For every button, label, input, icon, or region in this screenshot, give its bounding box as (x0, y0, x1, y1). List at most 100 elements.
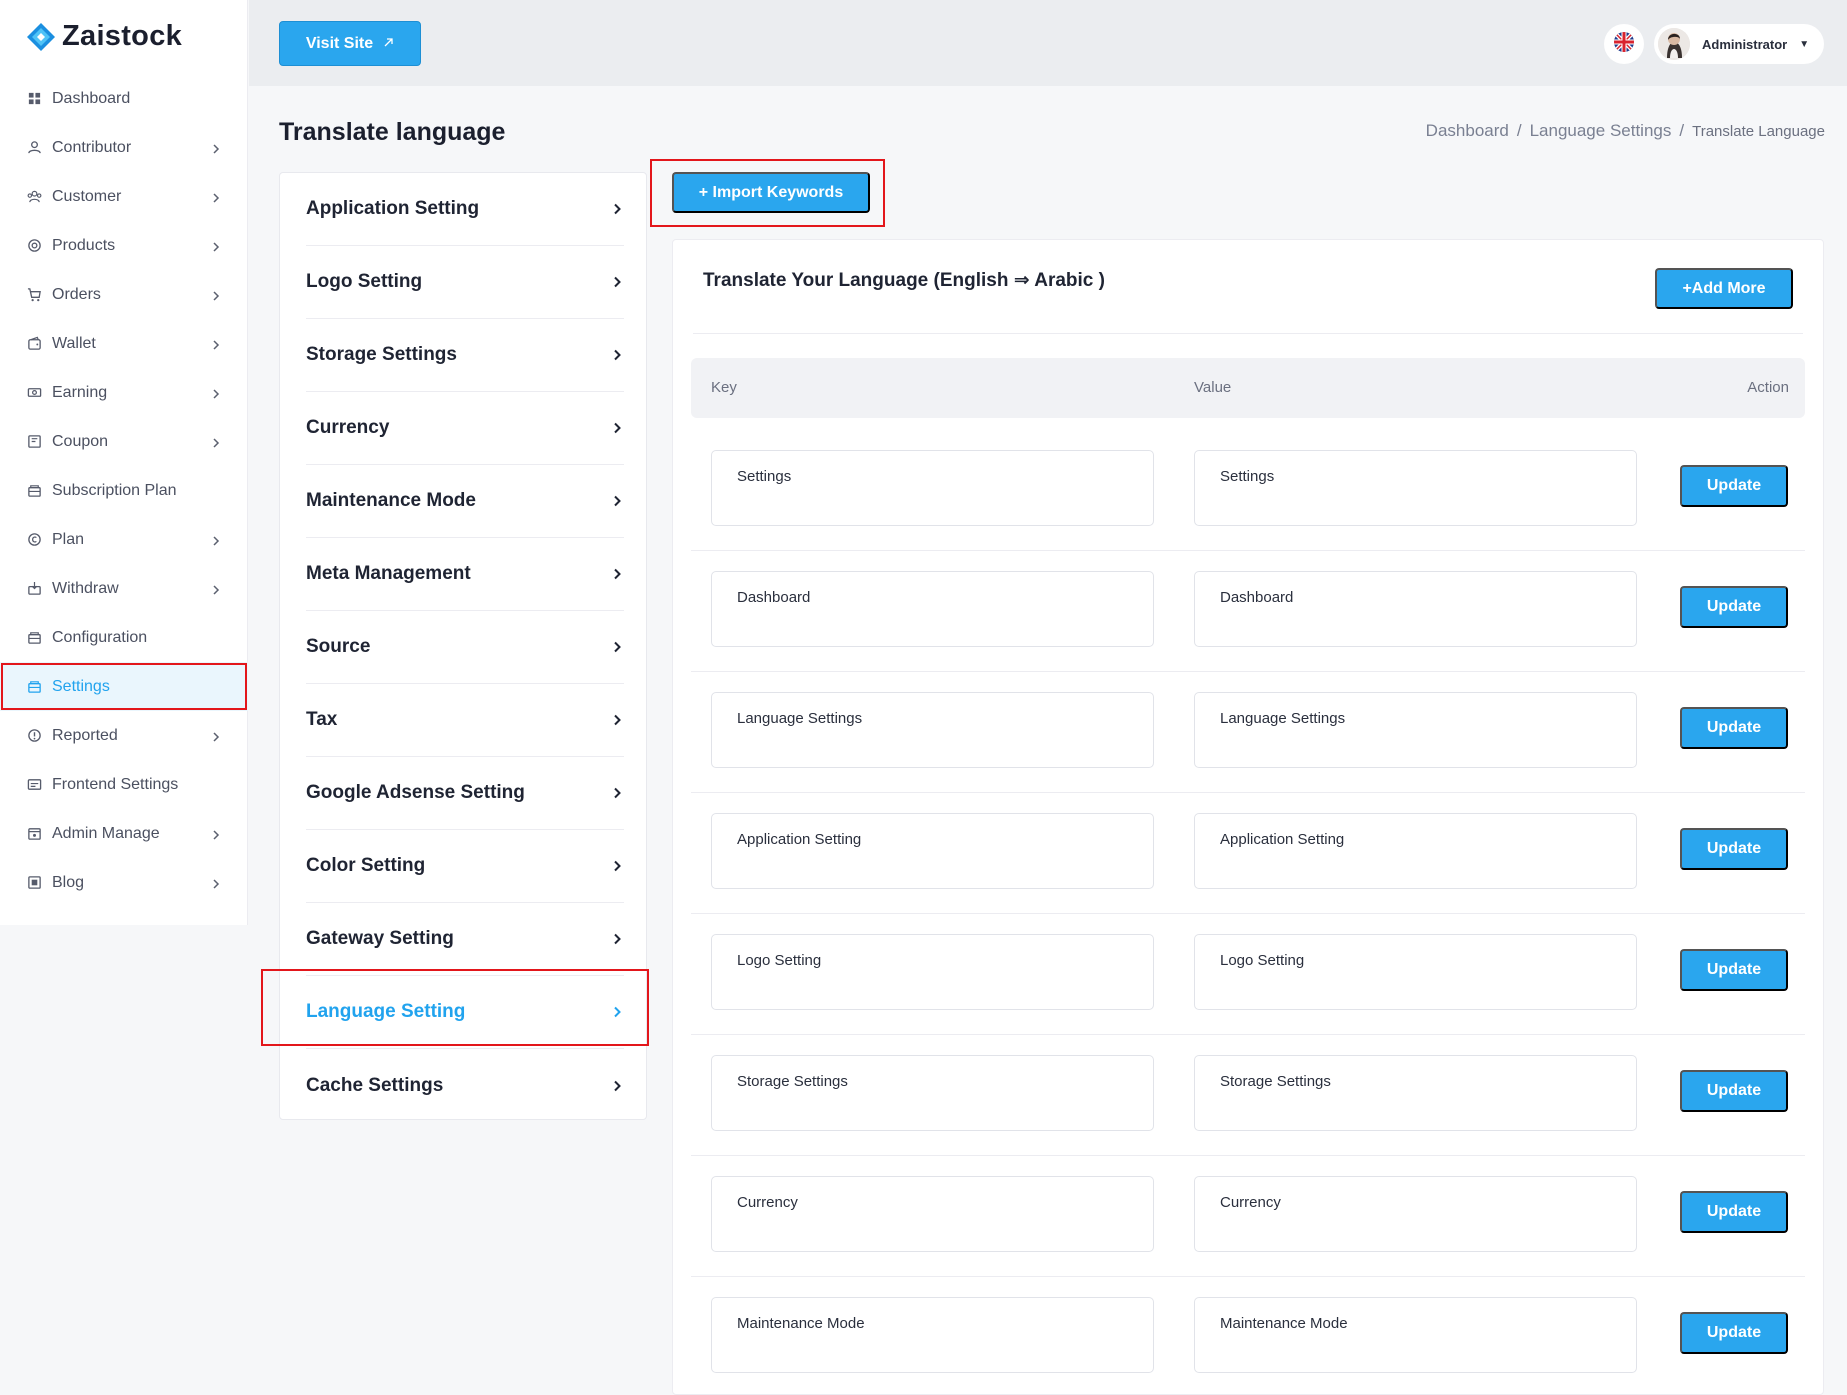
sidebar-item-label: Plan (52, 530, 85, 548)
sidebar-item-subscription-plan[interactable]: Subscription Plan (0, 466, 248, 515)
chevron-right-icon (210, 142, 222, 154)
money-icon (26, 385, 42, 401)
settings-menu-item-gateway-setting[interactable]: Gateway Setting (306, 903, 624, 976)
settings-menu-item-currency[interactable]: Currency (306, 392, 624, 465)
value-input[interactable]: Maintenance Mode (1194, 1297, 1637, 1373)
key-input[interactable]: Settings (711, 450, 1154, 526)
breadcrumb-dashboard[interactable]: Dashboard (1426, 121, 1509, 141)
chevron-right-icon (210, 436, 222, 448)
sidebar-item-plan[interactable]: Plan (0, 515, 248, 564)
settings-menu-item-google-adsense-setting[interactable]: Google Adsense Setting (306, 757, 624, 830)
logo-diamond-icon (26, 22, 56, 52)
update-button[interactable]: Update (1680, 1191, 1788, 1233)
chevron-right-icon (610, 786, 624, 800)
chevron-right-icon (610, 348, 624, 362)
settings-menu-item-application-setting[interactable]: Application Setting (306, 173, 624, 246)
wallet-icon (26, 336, 42, 352)
value-input[interactable]: Currency (1194, 1176, 1637, 1252)
plan-icon (26, 532, 42, 548)
chevron-right-icon (210, 828, 222, 840)
settings-menu-item-meta-management[interactable]: Meta Management (306, 538, 624, 611)
product-icon (26, 238, 42, 254)
sidebar-item-blog[interactable]: Blog (0, 858, 248, 907)
settings-menu-label: Maintenance Mode (306, 490, 476, 511)
key-input[interactable]: Language Settings (711, 692, 1154, 768)
import-keywords-button[interactable]: + Import Keywords (672, 172, 870, 213)
column-action: Action (1747, 379, 1789, 396)
table-row: Maintenance Mode Maintenance Mode Update (691, 1277, 1805, 1394)
key-input[interactable]: Dashboard (711, 571, 1154, 647)
sidebar-item-label: Subscription Plan (52, 481, 177, 499)
settings-menu-item-source[interactable]: Source (306, 611, 624, 684)
update-button[interactable]: Update (1680, 949, 1788, 991)
column-key: Key (711, 379, 737, 396)
visit-site-label: Visit Site (305, 34, 374, 52)
value-input[interactable]: Settings (1194, 450, 1637, 526)
update-button[interactable]: Update (1680, 465, 1788, 507)
sidebar-item-label: Settings (52, 677, 110, 695)
update-button[interactable]: Update (1680, 828, 1788, 870)
settings-menu-item-maintenance-mode[interactable]: Maintenance Mode (306, 465, 624, 538)
settings-icon (26, 679, 42, 695)
sidebar-item-frontend-settings[interactable]: Frontend Settings (0, 760, 248, 809)
value-input[interactable]: Logo Setting (1194, 934, 1637, 1010)
avatar (1658, 28, 1690, 60)
caret-down-icon: ▼ (1799, 38, 1810, 50)
update-button[interactable]: Update (1680, 1070, 1788, 1112)
report-icon (26, 728, 42, 744)
key-input[interactable]: Storage Settings (711, 1055, 1154, 1131)
table-row: Language Settings Language Settings Update (691, 672, 1805, 793)
settings-menu-item-cache-settings[interactable]: Cache Settings (306, 1049, 624, 1122)
sidebar-item-reported[interactable]: Reported (0, 711, 248, 760)
sidebar-item-admin-manage[interactable]: Admin Manage (0, 809, 248, 858)
value-input[interactable]: Dashboard (1194, 571, 1637, 647)
language-flag-button[interactable] (1604, 24, 1644, 64)
key-input[interactable]: Application Setting (711, 813, 1154, 889)
breadcrumb-separator: / (1516, 121, 1522, 140)
sidebar-item-customer[interactable]: Customer (0, 172, 248, 221)
language-setting-highlight-box (261, 969, 649, 1046)
key-input[interactable]: Currency (711, 1176, 1154, 1252)
sidebar-item-label: Blog (52, 873, 85, 891)
configuration-icon (26, 630, 42, 646)
sidebar-item-label: Configuration (52, 628, 148, 646)
chevron-right-icon (610, 713, 624, 727)
sidebar-item-orders[interactable]: Orders (0, 270, 248, 319)
settings-menu-label: Storage Settings (306, 344, 457, 365)
sidebar-item-products[interactable]: Products (0, 221, 248, 270)
sidebar-item-settings[interactable]: Settings (0, 662, 248, 711)
value-input[interactable]: Language Settings (1194, 692, 1637, 768)
chevron-right-icon (610, 275, 624, 289)
update-button[interactable]: Update (1680, 1312, 1788, 1354)
settings-menu-item-color-setting[interactable]: Color Setting (306, 830, 624, 903)
sidebar-item-earning[interactable]: Earning (0, 368, 248, 417)
sidebar-item-dashboard[interactable]: Dashboard (0, 74, 248, 123)
sidebar-item-contributor[interactable]: Contributor (0, 123, 248, 172)
key-input[interactable]: Logo Setting (711, 934, 1154, 1010)
sidebar-item-coupon[interactable]: Coupon (0, 417, 248, 466)
settings-menu-label: Source (306, 636, 371, 657)
sidebar-item-wallet[interactable]: Wallet (0, 319, 248, 368)
settings-menu-item-storage-settings[interactable]: Storage Settings (306, 319, 624, 392)
update-button[interactable]: Update (1680, 707, 1788, 749)
value-input[interactable]: Storage Settings (1194, 1055, 1637, 1131)
coupon-icon (26, 434, 42, 450)
value-input[interactable]: Application Setting (1194, 813, 1637, 889)
key-input[interactable]: Maintenance Mode (711, 1297, 1154, 1373)
sidebar-item-withdraw[interactable]: Withdraw (0, 564, 248, 613)
logo[interactable]: Zaistock (26, 20, 182, 53)
visit-site-button[interactable]: Visit Site (279, 21, 421, 66)
user-menu[interactable]: Administrator ▼ (1654, 24, 1824, 64)
external-link-icon (383, 35, 394, 53)
settings-menu-item-tax[interactable]: Tax (306, 684, 624, 757)
table-row: Application Setting Application Setting Up… (691, 793, 1805, 914)
add-more-button[interactable]: +Add More (1655, 268, 1793, 309)
settings-menu-item-logo-setting[interactable]: Logo Setting (306, 246, 624, 319)
breadcrumb-current: Translate Language (1692, 122, 1825, 140)
breadcrumb-language-settings[interactable]: Language Settings (1530, 121, 1672, 141)
sidebar-item-configuration[interactable]: Configuration (0, 613, 248, 662)
frontend-icon (26, 777, 42, 793)
chevron-right-icon (610, 421, 624, 435)
update-button[interactable]: Update (1680, 586, 1788, 628)
users-icon (26, 189, 42, 205)
